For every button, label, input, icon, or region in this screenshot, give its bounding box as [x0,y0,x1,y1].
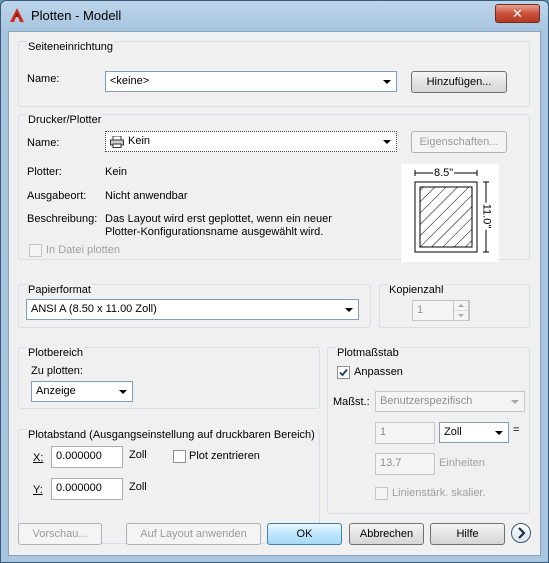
x-offset-input[interactable]: 0.000000 [51,446,123,468]
chevron-down-icon [119,390,127,394]
group-title: Plotbereich [27,347,85,359]
scale-unit-select[interactable]: Zoll [439,422,509,443]
preview-button[interactable]: Vorschau... [18,523,102,545]
in-datei-label: In Datei plotten [46,244,120,256]
group-title: Drucker/Plotter [27,114,103,126]
group-title: Seiteneinrichtung [27,41,115,53]
seiteneinrichtung-group: Seiteneinrichtung Name: <keine> Hinzufüg… [18,41,530,107]
scale-label: Maßst.: [333,396,370,408]
chevron-right-icon [518,527,526,539]
paper-size-value: ANSI A (8.50 x 11.00 Zoll) [31,303,157,315]
spin-down-icon[interactable] [454,311,468,321]
dialog-body: Seiteneinrichtung Name: <keine> Hinzufüg… [8,31,541,556]
fit-label: Anpassen [354,366,403,378]
help-button[interactable]: Hilfe [430,523,505,545]
equals-sign: = [513,424,520,436]
group-title: Plotabstand (Ausgangseinstellung auf dru… [27,429,316,441]
properties-button[interactable]: Eigenschaften... [411,131,507,153]
plotter-label: Plotter: [27,166,62,178]
checkmark-icon [339,368,348,377]
units-label: Einheiten [439,457,485,469]
ok-button[interactable]: OK [267,523,342,545]
printer-icon [110,136,124,148]
add-button[interactable]: Hinzufügen... [411,71,507,93]
printer-value: Kein [128,135,151,147]
fit-checkbox[interactable] [337,366,350,379]
center-plot-checkbox[interactable] [173,450,186,463]
name-label: Name: [27,73,60,85]
autocad-icon [10,8,24,22]
plot-area-select[interactable]: Anzeige [31,381,133,402]
y-label: Y: [33,484,43,496]
beschreibung-line1: Das Layout wird erst geplottet, wenn ein… [105,213,332,225]
in-datei-checkbox[interactable] [29,244,42,257]
paper-preview: 8.5" 11.0" [401,164,499,262]
lineweight-checkbox[interactable] [375,487,388,500]
center-plot-label: Plot zentrieren [189,450,260,462]
spin-up-icon[interactable] [454,301,468,311]
copies-spinner[interactable] [453,300,469,321]
plotbereich-group: Plotbereich Zu plotten: Anzeige [18,347,320,409]
printer-name-label: Name: [27,137,60,149]
beschreibung-line2: Plotter-Konfigurationsname ausgewählt wi… [105,226,324,238]
plot-dialog: Plotten - Modell ✕ Seiteneinrichtung Nam… [0,0,549,563]
expand-button[interactable] [511,523,531,543]
page-setup-select[interactable]: <keine> [105,71,397,92]
chevron-down-icon [383,80,391,84]
preview-width: 8.5" [433,167,455,179]
scale-unit-value: Zoll [444,426,462,438]
page-setup-value: <keine> [110,75,150,87]
kopienzahl-group: Kopienzahl 1 [379,284,530,328]
x-label: X: [33,452,44,464]
window-title: Plotten - Modell [31,8,122,23]
ausgabeort-label: Ausgabeort: [27,190,87,202]
apply-to-layout-button[interactable]: Auf Layout anwenden [126,523,261,545]
title-bar: Plotten - Modell ✕ [1,1,548,31]
chevron-down-icon [495,431,503,435]
plotter-value: Kein [105,166,128,178]
beschreibung-label: Beschreibung: [27,213,98,225]
chevron-down-icon [383,140,391,144]
plot-area-value: Anzeige [36,385,76,397]
lineweight-label: Linienstärk. skalier. [392,487,486,499]
preview-height: 11.0" [480,202,493,230]
group-title: Kopienzahl [388,284,445,296]
ausgabeort-value: Nicht anwendbar [105,190,188,202]
scale-select[interactable]: Benutzerspezifisch [375,391,525,412]
zu-plotten-label: Zu plotten: [31,365,83,377]
scale-value2-input[interactable]: 13.7 [375,453,435,475]
printer-select[interactable]: Kein [105,131,397,152]
chevron-down-icon [345,308,353,312]
scale-value1-input[interactable]: 1 [375,422,435,444]
cancel-button[interactable]: Abbrechen [349,523,424,545]
y-unit: Zoll [129,481,147,493]
scale-value: Benutzerspezifisch [380,395,473,407]
x-unit: Zoll [129,449,147,461]
chevron-down-icon [511,400,519,404]
group-title: Plotmaßstab [336,347,400,359]
y-offset-input[interactable]: 0.000000 [51,478,123,500]
plotmassstab-group: Plotmaßstab Anpassen Maßst.: Benutzerspe… [327,347,530,514]
paper-size-select[interactable]: ANSI A (8.50 x 11.00 Zoll) [26,299,359,320]
group-title: Papierformat [27,284,92,296]
close-button[interactable]: ✕ [495,4,540,23]
